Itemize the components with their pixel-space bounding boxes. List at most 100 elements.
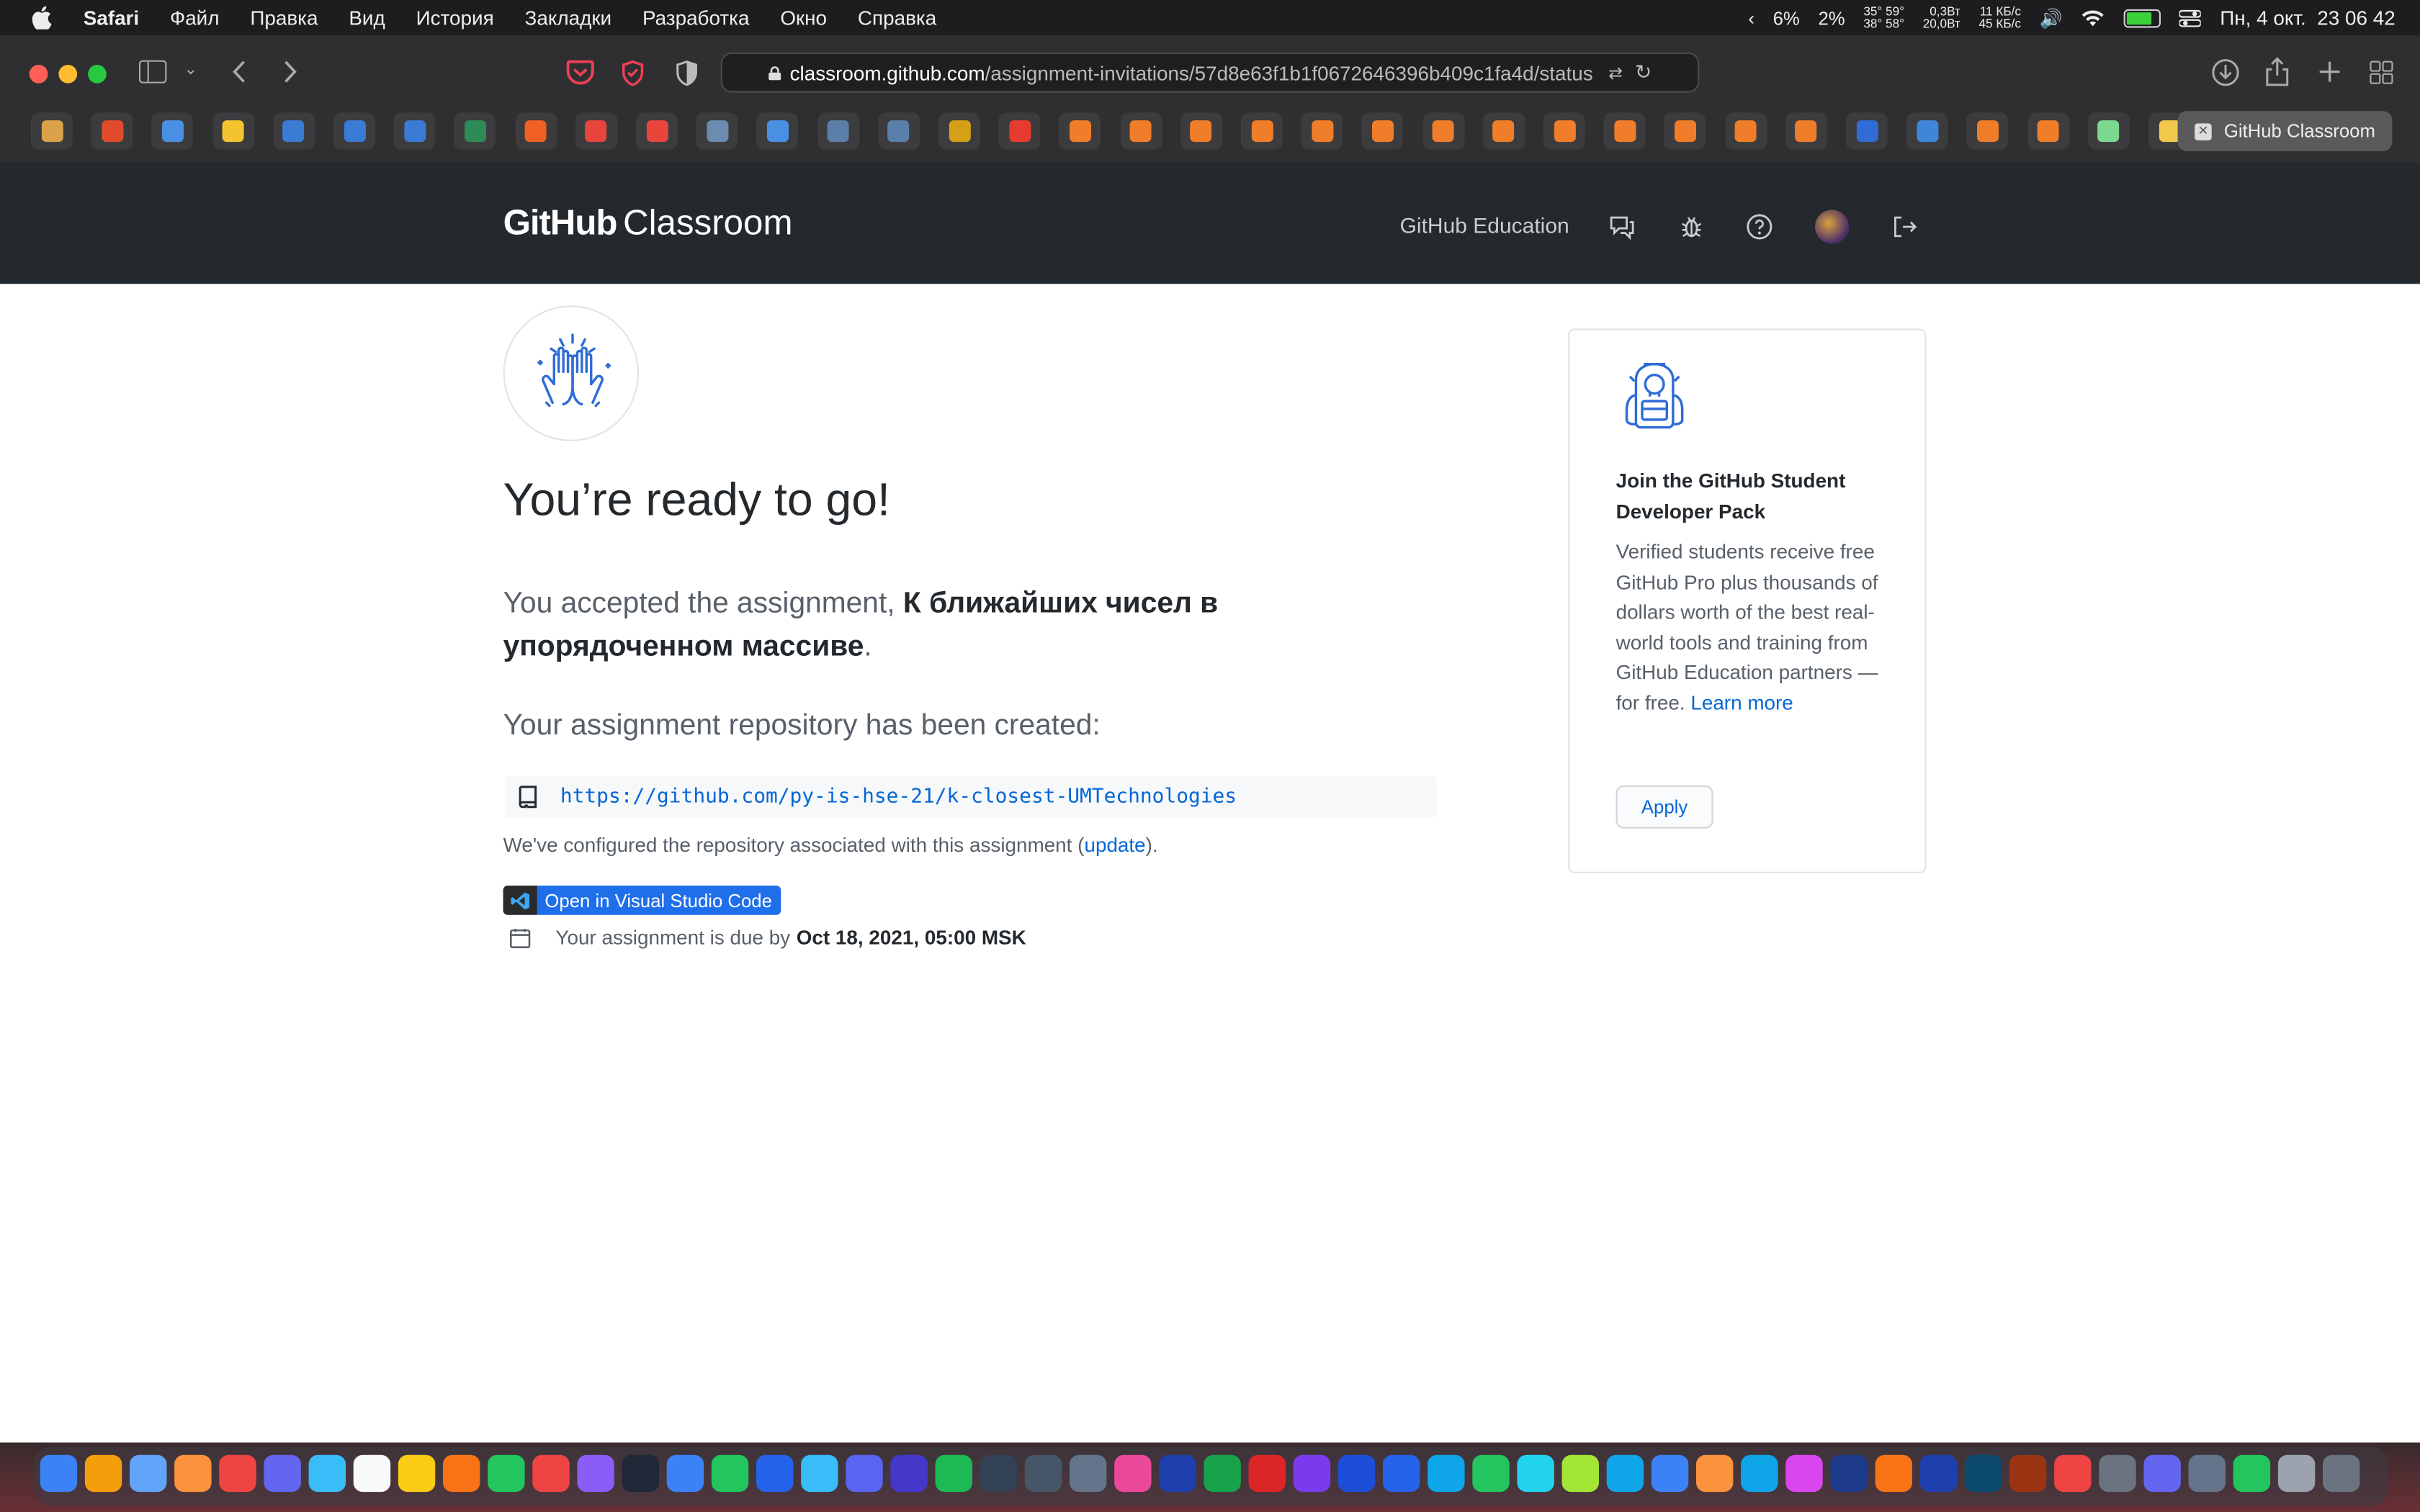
- dock-app-icon[interactable]: [1830, 1454, 1868, 1493]
- dock-app-icon[interactable]: [1561, 1454, 1599, 1493]
- menu-app-name[interactable]: Safari: [84, 6, 139, 30]
- bookmark-item[interactable]: [454, 112, 496, 150]
- dock-app-icon[interactable]: [1159, 1454, 1196, 1493]
- menubar-clock[interactable]: Пн, 4 окт. 23 06 42: [2220, 6, 2395, 30]
- address-bar[interactable]: classroom.github.com/assignment-invitati…: [720, 52, 1700, 93]
- bookmark-item[interactable]: [2027, 112, 2069, 150]
- dock-app-icon[interactable]: [846, 1454, 883, 1493]
- bookmark-item[interactable]: [1301, 112, 1343, 150]
- github-classroom-logo[interactable]: GitHub Classroom: [503, 202, 793, 244]
- dock-app-icon[interactable]: [1517, 1454, 1554, 1493]
- dock-app-icon[interactable]: [1204, 1454, 1241, 1493]
- tab-overview-icon[interactable]: [2369, 60, 2393, 85]
- dock-app-icon[interactable]: [2323, 1454, 2360, 1493]
- dock-app-icon[interactable]: [2009, 1454, 2047, 1493]
- dock-app-icon[interactable]: [174, 1454, 212, 1493]
- user-avatar[interactable]: [1815, 210, 1850, 244]
- sign-out-icon[interactable]: [1891, 213, 1919, 241]
- bookmark-item[interactable]: [1603, 112, 1646, 150]
- learn-more-link[interactable]: Learn more: [1690, 691, 1793, 714]
- dock-app-icon[interactable]: [84, 1454, 122, 1493]
- bookmark-item[interactable]: [91, 112, 133, 150]
- menu-edit[interactable]: Правка: [250, 6, 318, 30]
- dock-app-icon[interactable]: [130, 1454, 167, 1493]
- zoom-window-button[interactable]: [88, 65, 107, 84]
- bookmark-item[interactable]: [30, 112, 73, 150]
- dock-app-icon[interactable]: [801, 1454, 838, 1493]
- bookmark-item[interactable]: [1059, 112, 1101, 150]
- dock-app-icon[interactable]: [1070, 1454, 1107, 1493]
- bookmark-item[interactable]: [1785, 112, 1827, 150]
- dock-app-icon[interactable]: [890, 1454, 928, 1493]
- bookmark-item[interactable]: [817, 112, 859, 150]
- dock-app-icon[interactable]: [1248, 1454, 1286, 1493]
- control-center-icon[interactable]: [2179, 9, 2202, 27]
- bookmark-item[interactable]: [877, 112, 920, 150]
- dock-app-icon[interactable]: [2143, 1454, 2181, 1493]
- dock-app-icon[interactable]: [1428, 1454, 1465, 1493]
- dock-app-icon[interactable]: [398, 1454, 436, 1493]
- translate-icon[interactable]: ⇄: [1608, 63, 1623, 83]
- sidebar-toggle-icon[interactable]: [138, 60, 167, 84]
- bookmark-item[interactable]: [756, 112, 799, 150]
- bookmark-item[interactable]: [1543, 112, 1585, 150]
- dock-app-icon[interactable]: [711, 1454, 749, 1493]
- dock-app-icon[interactable]: [1024, 1454, 1062, 1493]
- pocket-icon[interactable]: [566, 60, 594, 85]
- dock-app-icon[interactable]: [1696, 1454, 1734, 1493]
- shield-icon[interactable]: [620, 60, 645, 86]
- menu-view[interactable]: Вид: [349, 6, 385, 30]
- bookmark-item[interactable]: [151, 112, 194, 150]
- forward-icon[interactable]: [282, 60, 297, 84]
- bookmark-item[interactable]: [998, 112, 1041, 150]
- downloads-icon[interactable]: [2212, 58, 2240, 86]
- cpu-usage[interactable]: 6%: [1773, 7, 1800, 29]
- menu-help[interactable]: Справка: [858, 6, 936, 30]
- apply-button[interactable]: Apply: [1615, 785, 1713, 829]
- dock-app-icon[interactable]: [622, 1454, 659, 1493]
- bookmark-item[interactable]: [1119, 112, 1162, 150]
- feedback-icon[interactable]: [1608, 213, 1636, 241]
- dock-app-icon[interactable]: [1964, 1454, 2002, 1493]
- dock-app-icon[interactable]: [443, 1454, 480, 1493]
- dock-app-icon[interactable]: [353, 1454, 391, 1493]
- bookmark-item[interactable]: [1724, 112, 1767, 150]
- dock-app-icon[interactable]: [2277, 1454, 2316, 1493]
- bookmark-item[interactable]: [1664, 112, 1706, 150]
- dock-app-icon[interactable]: [1875, 1454, 1912, 1493]
- dock-app-icon[interactable]: [1741, 1454, 1778, 1493]
- tab-github-classroom[interactable]: × GitHub Classroom: [2177, 111, 2393, 151]
- bookmark-item[interactable]: [1180, 112, 1222, 150]
- bookmark-item[interactable]: [1906, 112, 1948, 150]
- bookmark-item[interactable]: [635, 112, 678, 150]
- apple-icon[interactable]: [31, 6, 53, 30]
- dock-app-icon[interactable]: [1114, 1454, 1152, 1493]
- dock-app-icon[interactable]: [40, 1454, 78, 1493]
- bookmark-item[interactable]: [1240, 112, 1283, 150]
- dock-app-icon[interactable]: [1785, 1454, 1823, 1493]
- dock-app-icon[interactable]: [1337, 1454, 1376, 1493]
- power-readout[interactable]: 0,3Вт 20,0Вт: [1923, 4, 1960, 30]
- repo-url-link[interactable]: https://github.com/py-is-hse-21/k-closes…: [560, 786, 1237, 809]
- dock-app-icon[interactable]: [2054, 1454, 2092, 1493]
- dock-app-icon[interactable]: [666, 1454, 704, 1493]
- nav-github-education[interactable]: GitHub Education: [1400, 213, 1569, 238]
- menu-window[interactable]: Окно: [780, 6, 827, 30]
- minimize-window-button[interactable]: [58, 65, 78, 84]
- chevron-left-icon[interactable]: ‹: [1748, 7, 1754, 29]
- bookmark-item[interactable]: [2087, 112, 2130, 150]
- close-window-button[interactable]: [29, 65, 48, 84]
- help-icon[interactable]: [1746, 213, 1774, 241]
- dock-app-icon[interactable]: [219, 1454, 256, 1493]
- open-in-vscode-button[interactable]: Open in Visual Studio Code: [503, 886, 781, 915]
- volume-icon[interactable]: 🔊: [2040, 7, 2063, 29]
- dock-app-icon[interactable]: [1293, 1454, 1331, 1493]
- dock-app-icon[interactable]: [1651, 1454, 1689, 1493]
- dock-app-icon[interactable]: [2099, 1454, 2136, 1493]
- bookmark-item[interactable]: [212, 112, 254, 150]
- privacy-shield-icon[interactable]: [676, 60, 698, 86]
- menu-file[interactable]: Файл: [170, 6, 220, 30]
- temperature-readout[interactable]: 35° 59° 38° 58°: [1863, 4, 1904, 30]
- menu-develop[interactable]: Разработка: [642, 6, 749, 30]
- close-tab-icon[interactable]: ×: [2195, 122, 2212, 140]
